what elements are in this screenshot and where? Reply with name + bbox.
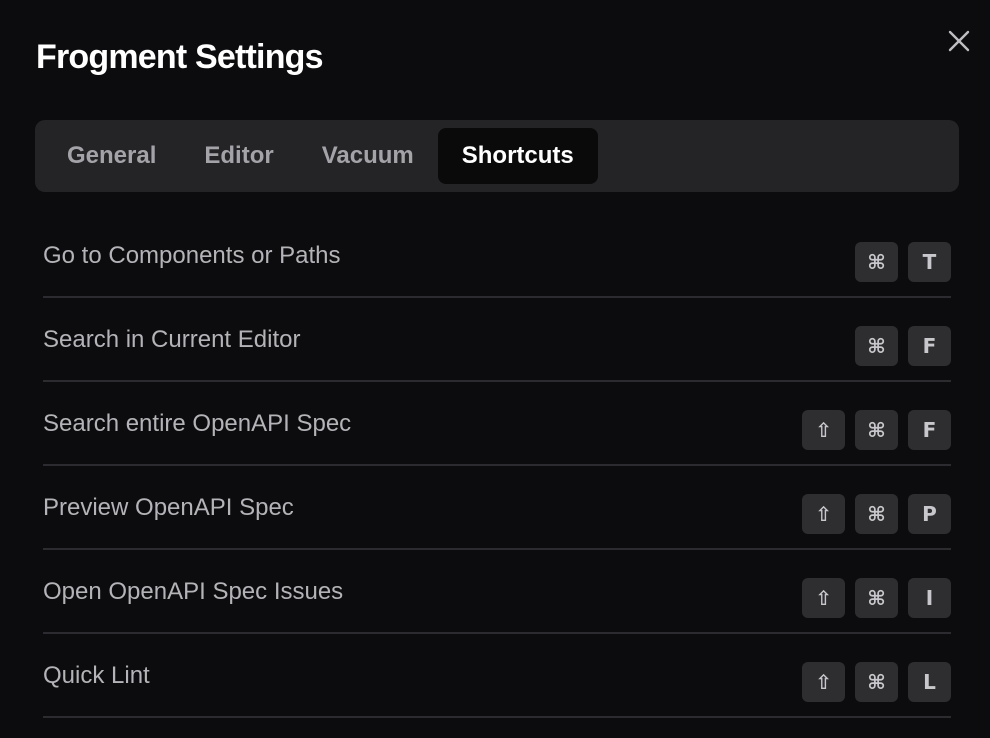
shortcut-keys: ⇧ ⌘ P (802, 494, 951, 534)
shortcut-label: Go to Components or Paths (43, 242, 341, 269)
shortcut-keys: ⌘ F (855, 326, 951, 366)
key-cap: ⌘ (855, 662, 898, 702)
tab-shortcuts[interactable]: Shortcuts (437, 128, 598, 184)
key-cap: ⌘ (855, 494, 898, 534)
shortcut-label: Preview OpenAPI Spec (43, 494, 294, 521)
key-cap: ⌘ (855, 242, 898, 282)
tab-general[interactable]: General (43, 128, 180, 184)
key-cap: ⌘ (855, 326, 898, 366)
key-cap: P (908, 494, 951, 534)
settings-dialog: Frogment Settings General Editor Vacuum … (0, 0, 990, 738)
shortcut-label: Search entire OpenAPI Spec (43, 410, 352, 437)
close-button[interactable] (944, 26, 974, 56)
shortcut-row: Open OpenAPI Spec Issues ⇧ ⌘ I (43, 550, 951, 634)
tab-vacuum[interactable]: Vacuum (298, 128, 438, 184)
shortcut-list: Go to Components or Paths ⌘ T Search in Cur… (43, 214, 951, 718)
shortcut-label: Search in Current Editor (43, 326, 301, 353)
key-cap: F (908, 410, 951, 450)
key-cap: I (908, 578, 951, 618)
shortcut-row: Go to Components or Paths ⌘ T (43, 214, 951, 298)
key-cap: ⌘ (855, 578, 898, 618)
key-cap: F (908, 326, 951, 366)
key-cap: ⇧ (802, 662, 845, 702)
key-cap: ⌘ (855, 410, 898, 450)
shortcut-row: Search entire OpenAPI Spec ⇧ ⌘ F (43, 382, 951, 466)
key-cap: ⇧ (802, 494, 845, 534)
shortcut-label: Open OpenAPI Spec Issues (43, 578, 344, 605)
dialog-title: Frogment Settings (36, 38, 324, 76)
shortcut-keys: ⌘ T (855, 242, 951, 282)
key-cap: ⇧ (802, 578, 845, 618)
tab-editor[interactable]: Editor (180, 128, 297, 184)
shortcut-row: Search in Current Editor ⌘ F (43, 298, 951, 382)
settings-tabs: General Editor Vacuum Shortcuts (35, 120, 959, 192)
shortcut-keys: ⇧ ⌘ F (802, 410, 951, 450)
shortcut-keys: ⇧ ⌘ I (802, 578, 951, 618)
close-icon (948, 30, 970, 52)
key-cap: T (908, 242, 951, 282)
shortcut-row: Quick Lint ⇧ ⌘ L (43, 634, 951, 718)
shortcut-keys: ⇧ ⌘ L (802, 662, 951, 702)
key-cap: L (908, 662, 951, 702)
shortcut-label: Quick Lint (43, 662, 150, 689)
shortcut-row: Preview OpenAPI Spec ⇧ ⌘ P (43, 466, 951, 550)
key-cap: ⇧ (802, 410, 845, 450)
